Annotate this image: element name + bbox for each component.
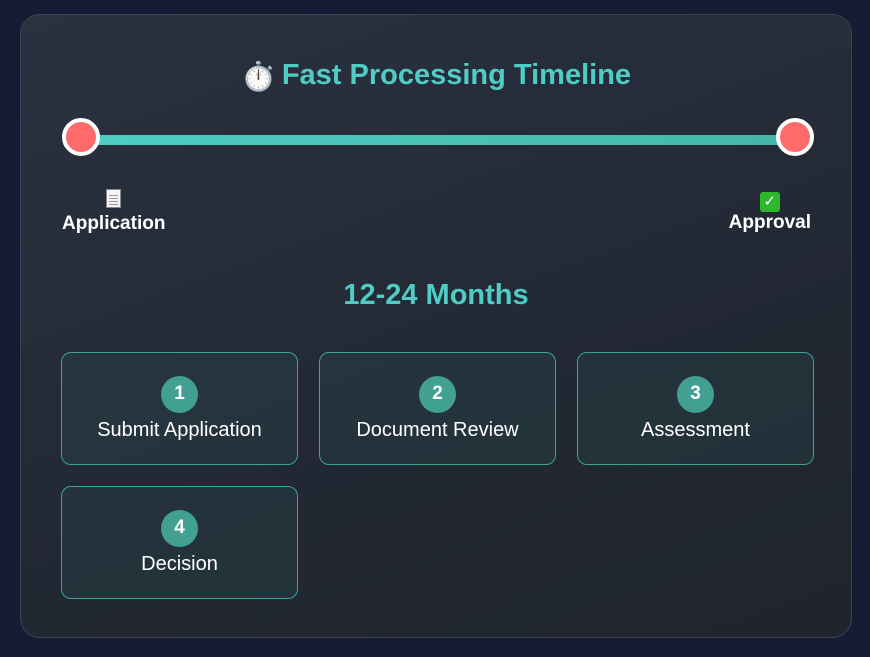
steps-grid: 1 Submit Application 2 Document Review 3… (61, 352, 815, 599)
step-number-badge: 1 (161, 375, 198, 413)
timeline-end-marker (776, 118, 814, 156)
step-card: 1 Submit Application (61, 352, 298, 465)
check-mark-icon: ✓ (759, 192, 780, 212)
step-number-badge: 4 (161, 509, 198, 547)
step-card: 3 Assessment (577, 352, 814, 465)
timeline-card: ⏱️ Fast Processing Timeline Application ✓… (20, 14, 852, 638)
step-card: 2 Document Review (319, 352, 556, 465)
duration-text: 12-24 Months (343, 279, 529, 311)
step-label: Decision (141, 552, 218, 575)
document-icon (106, 189, 122, 208)
card-title: ⏱️ Fast Processing Timeline (21, 59, 851, 93)
card-title-text: Fast Processing Timeline (281, 59, 632, 91)
timeline-start-marker (62, 118, 100, 156)
step-number-badge: 3 (677, 375, 714, 413)
step-card: 4 Decision (61, 486, 298, 599)
step-label: Document Review (356, 418, 519, 441)
step-number-badge: 2 (419, 375, 456, 413)
timeline-start-label: Application (62, 189, 165, 235)
step-label: Submit Application (97, 418, 262, 441)
step-label: Assessment (641, 418, 750, 441)
timeline-track (79, 135, 799, 145)
start-label-text: Application (62, 213, 166, 234)
stopwatch-icon: ⏱️ (240, 61, 276, 92)
timeline-end-label: ✓ Approval (729, 189, 811, 234)
end-label-text: Approval (728, 212, 811, 233)
